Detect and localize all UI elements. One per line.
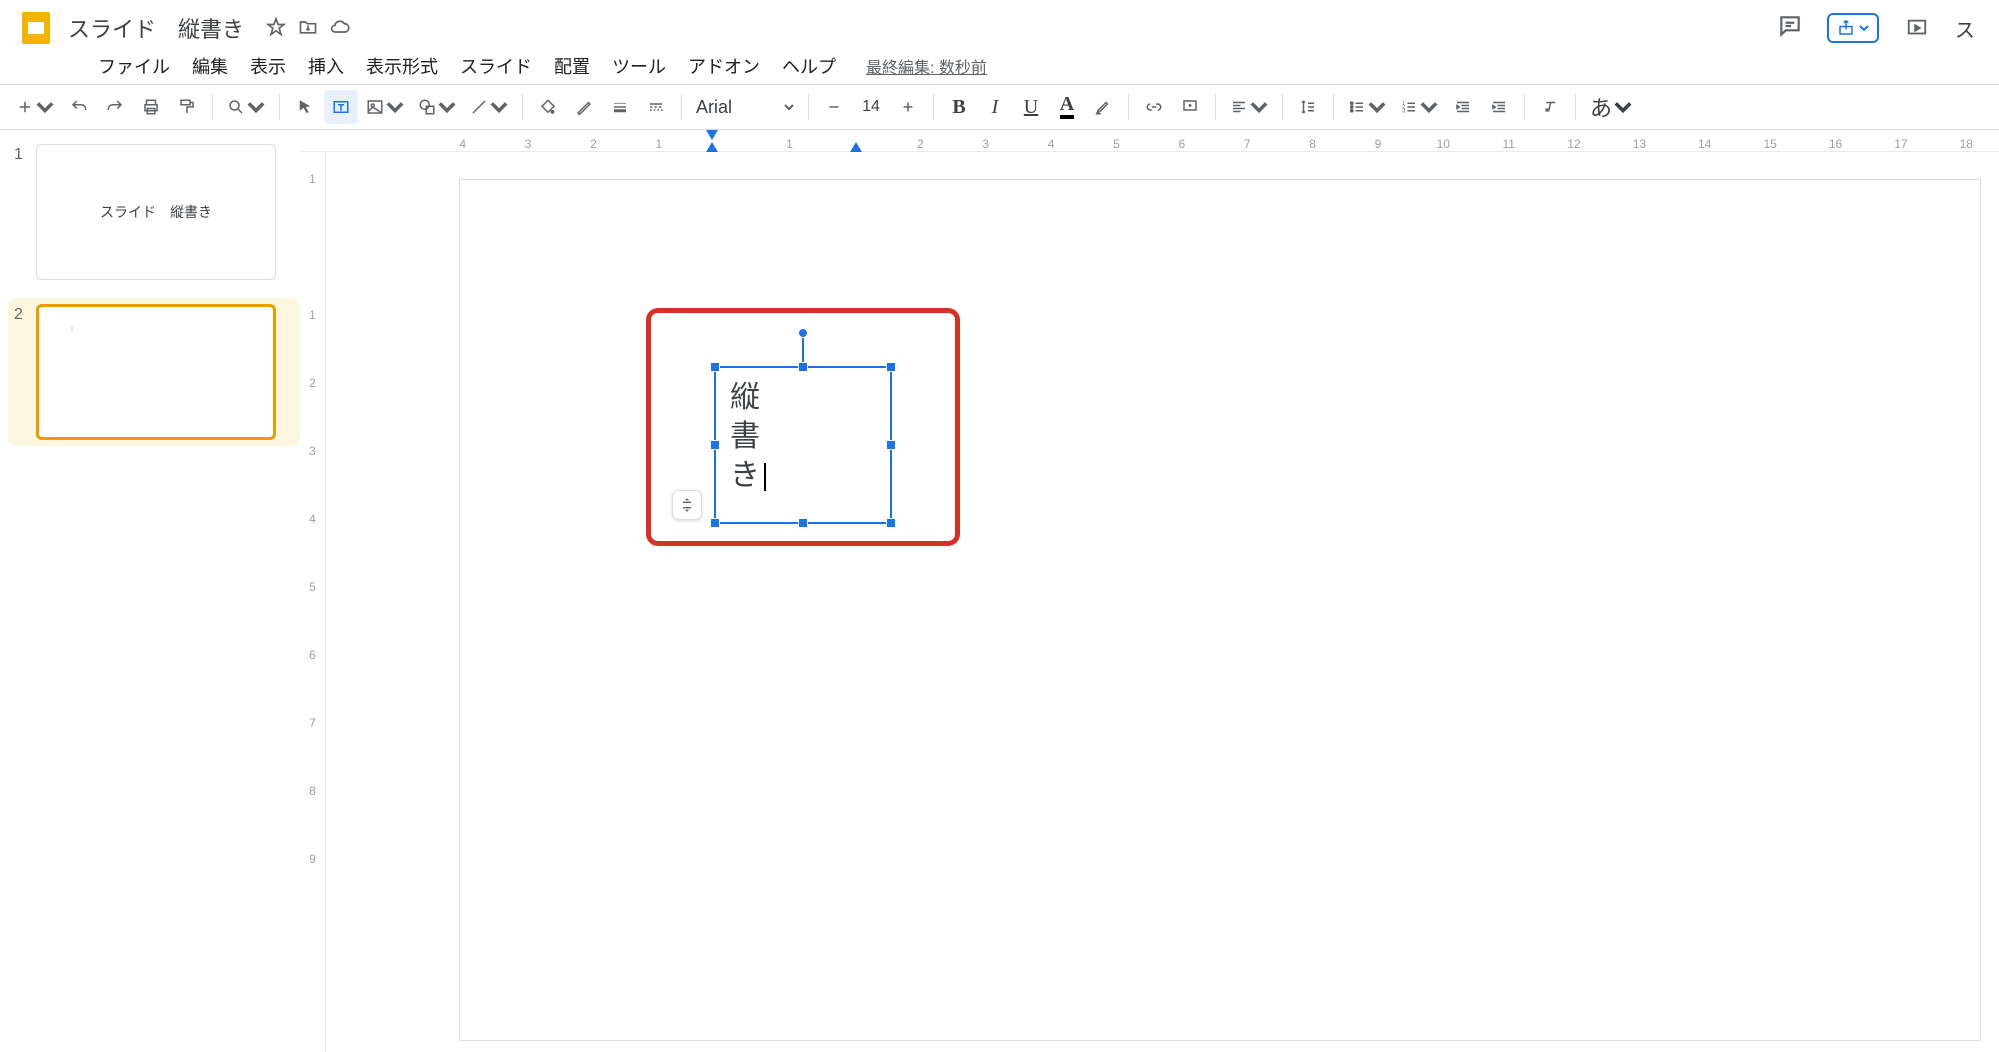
border-color-button[interactable] [567,90,601,124]
slide-thumb-2[interactable]: 2 ⋮ [8,298,300,446]
ruler-indent-marker[interactable] [706,142,718,152]
redo-button[interactable] [98,90,132,124]
fill-color-button[interactable] [531,90,565,124]
input-tools-button[interactable]: あ [1584,90,1638,124]
menu-edit[interactable]: 編集 [182,49,238,83]
account-label[interactable]: ス [1955,14,1975,43]
resize-handle-ne[interactable] [886,362,896,372]
undo-button[interactable] [62,90,96,124]
font-size-increase[interactable] [891,90,925,124]
new-slide-button[interactable] [10,90,60,124]
slide-canvas[interactable]: 縦 書 き [460,180,1980,1040]
clear-formatting-button[interactable] [1533,90,1567,124]
cloud-saved-icon[interactable] [330,17,350,37]
title-bar: スライド 縦書き ス [0,0,1999,48]
ruler-indent-marker[interactable] [706,130,718,140]
resize-handle-n[interactable] [798,362,808,372]
numbered-list-button[interactable]: 123 [1394,90,1444,124]
select-tool[interactable] [288,90,322,124]
zoom-button[interactable] [221,90,271,124]
thumb-number: 1 [14,144,36,164]
thumb-number: 2 [14,304,36,324]
highlight-color-button[interactable] [1086,90,1120,124]
text-cursor [764,463,766,491]
font-family-select[interactable]: Arial [690,97,800,118]
toolbar: Arial 14 B I U A 123 あ [0,84,1999,130]
ruler-right-marker[interactable] [850,142,862,152]
filmstrip[interactable]: 1 スライド 縦書き 2 ⋮ [0,130,300,1052]
canvas-area: 4 3 2 1 1 2 3 4 5 6 7 8 9 10 11 12 13 14… [300,130,1999,1052]
thumb-preview[interactable]: スライド 縦書き [36,144,276,280]
resize-handle-sw[interactable] [710,518,720,528]
line-tool[interactable] [464,90,514,124]
menu-bar: ファイル 編集 表示 挿入 表示形式 スライド 配置 ツール アドオン ヘルプ … [0,48,1999,84]
slide-thumb-1[interactable]: 1 スライド 縦書き [14,144,300,280]
resize-handle-w[interactable] [710,440,720,450]
rotate-handle[interactable] [798,328,808,338]
menu-format[interactable]: 表示形式 [356,49,448,83]
resize-handle-s[interactable] [798,518,808,528]
svg-text:3: 3 [1402,108,1405,114]
selected-textbox[interactable]: 縦 書 き [714,366,892,524]
font-size-input[interactable]: 14 [853,98,889,116]
line-spacing-button[interactable] [1291,90,1325,124]
resize-handle-e[interactable] [886,440,896,450]
horizontal-ruler[interactable]: 4 3 2 1 1 2 3 4 5 6 7 8 9 10 11 12 13 14… [300,130,1999,152]
last-edit-status[interactable]: 最終編集: 数秒前 [866,54,987,78]
thumb-title: スライド 縦書き [100,202,212,222]
bold-button[interactable]: B [942,90,976,124]
menu-view[interactable]: 表示 [240,49,296,83]
border-weight-button[interactable] [603,90,637,124]
align-button[interactable] [1224,90,1274,124]
textbox-content[interactable]: 縦 書 き [730,378,766,495]
indent-decrease-button[interactable] [1446,90,1480,124]
present-button[interactable] [1903,14,1931,42]
vertical-ruler[interactable]: 1 1 2 3 4 5 6 7 8 9 [300,152,326,1052]
resize-handle-se[interactable] [886,518,896,528]
paint-format-button[interactable] [170,90,204,124]
insert-link-button[interactable] [1137,90,1171,124]
star-icon[interactable] [266,17,286,37]
resize-handle-nw[interactable] [710,362,720,372]
shape-tool[interactable] [412,90,462,124]
menu-insert[interactable]: 挿入 [298,49,354,83]
font-size-decrease[interactable] [817,90,851,124]
autofit-icon[interactable] [672,490,702,520]
insert-comment-button[interactable] [1173,90,1207,124]
slides-app-icon[interactable] [16,8,56,48]
image-tool[interactable] [360,90,410,124]
work-area: 1 スライド 縦書き 2 ⋮ 4 3 2 1 1 2 3 4 5 [0,130,1999,1052]
menu-file[interactable]: ファイル [88,49,180,83]
italic-button[interactable]: I [978,90,1012,124]
menu-addons[interactable]: アドオン [678,49,770,83]
comments-icon[interactable] [1777,13,1803,44]
menu-tools[interactable]: ツール [602,49,676,83]
menu-arrange[interactable]: 配置 [544,49,600,83]
bullet-list-button[interactable] [1342,90,1392,124]
document-title[interactable]: スライド 縦書き [68,12,244,44]
menu-help[interactable]: ヘルプ [772,49,846,83]
menu-slide[interactable]: スライド [450,49,542,83]
border-dash-button[interactable] [639,90,673,124]
header-actions: ス [1777,13,1975,44]
rotate-line [802,338,804,362]
print-button[interactable] [134,90,168,124]
thumb-preview[interactable]: ⋮ [36,304,276,440]
text-color-button[interactable]: A [1050,90,1084,124]
share-button[interactable] [1827,13,1879,43]
underline-button[interactable]: U [1014,90,1048,124]
move-folder-icon[interactable] [298,17,318,37]
textbox-tool[interactable] [324,90,358,124]
indent-increase-button[interactable] [1482,90,1516,124]
